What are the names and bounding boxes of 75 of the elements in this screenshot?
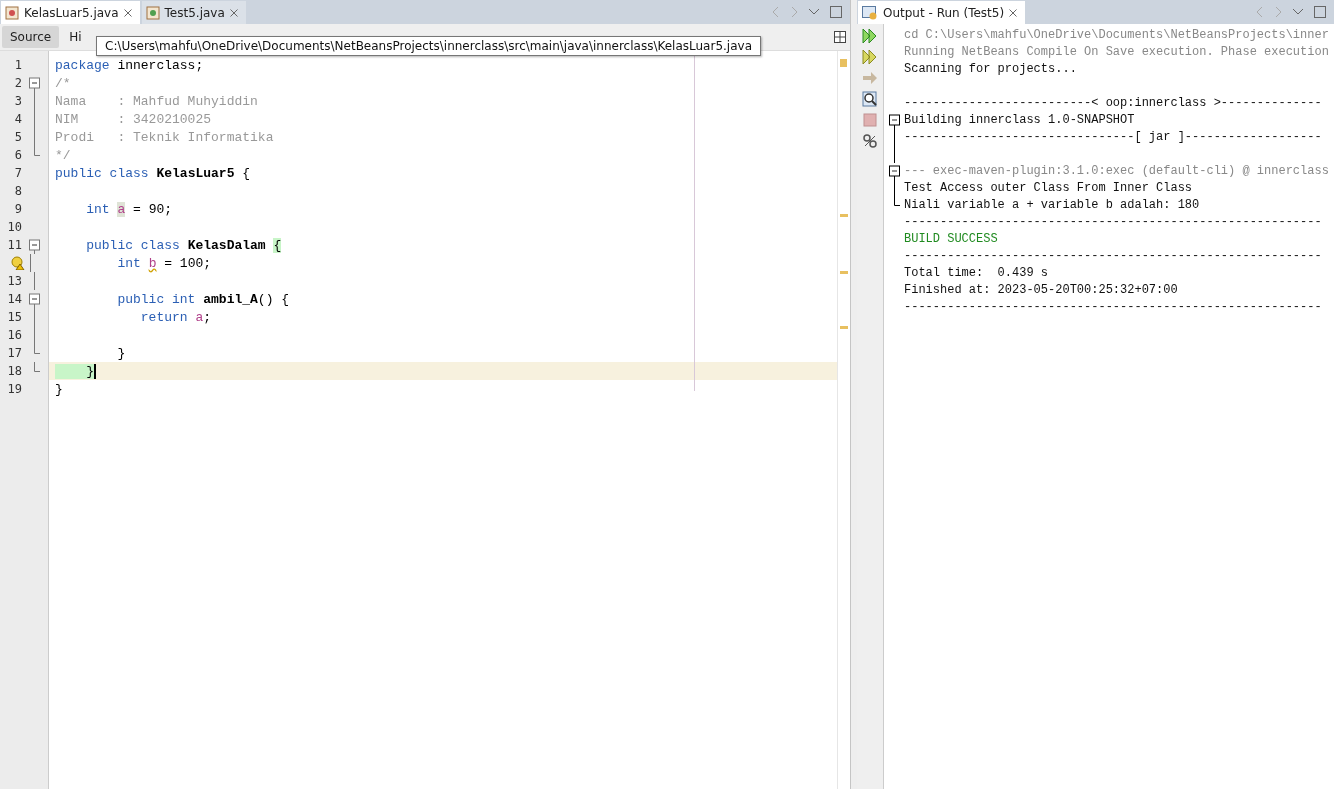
chevron-down-icon[interactable] — [808, 8, 820, 16]
text-caret — [94, 363, 96, 379]
output-line: Test Access outer Class From Inner Class — [904, 180, 1193, 195]
line-number: 14 — [6, 292, 22, 306]
line-number: 16 — [6, 328, 22, 342]
close-icon[interactable] — [229, 8, 238, 17]
output-line: ---------------------------------------------------------- — [904, 214, 1322, 229]
stop-icon[interactable] — [862, 112, 878, 128]
line-number: 2 — [13, 76, 22, 90]
output-window-icon — [862, 5, 878, 20]
line-number: 19 — [6, 382, 22, 396]
output-line: Niali variable a + variable b adalah: 180 — [904, 197, 1200, 212]
double-play-icon[interactable] — [862, 49, 878, 65]
output-line: --------------------------------[ jar ]------------------- — [904, 129, 1322, 144]
fold-toggle-icon[interactable] — [29, 290, 40, 308]
split-icon[interactable] — [834, 30, 846, 43]
code-line: public class KelasLuar5 { — [55, 165, 251, 181]
view-tab[interactable]: Source — [2, 26, 60, 48]
warning-bulb-icon[interactable] — [11, 256, 25, 270]
code-line: Nama : Mahfud Muhyiddin — [55, 93, 258, 109]
fold-toggle-icon[interactable] — [29, 236, 40, 254]
output-line: Running NetBeans Compile On Save execution. Phase execution — [904, 44, 1329, 59]
fold-end — [34, 146, 40, 156]
java-file-icon — [5, 5, 19, 20]
file-path-tooltip: C:\Users\mahfu\OneDrive\Documents\NetBeansProjects\innerclass\src\main\java\innerclass\KelasLuar5.java — [96, 36, 761, 56]
output-line: Scanning for projects... — [904, 61, 1077, 76]
line-number: 7 — [13, 166, 22, 180]
output-line: ---------------------------------------------------------- — [904, 299, 1322, 314]
editor-tab[interactable]: KelasLuar5.java — [1, 1, 140, 24]
view-tab[interactable]: Hi — [61, 26, 90, 48]
editor-tab[interactable]: Test5.java — [141, 1, 246, 24]
line-number: 8 — [13, 184, 22, 198]
code-line: return a; — [139, 309, 212, 325]
line-number: 17 — [6, 346, 22, 360]
line-number: 1 — [13, 58, 22, 72]
line-number: 6 — [13, 148, 22, 162]
output-line: BUILD SUCCESS — [904, 231, 998, 246]
output-line: Finished at: 2023-05-20T00:25:32+07:00 — [904, 282, 1178, 297]
fold-toggle-icon[interactable] — [29, 74, 40, 92]
line-number: 3 — [13, 94, 22, 108]
double-play-icon[interactable] — [862, 28, 878, 44]
output-line: ---------------------------------------------------------- — [904, 248, 1322, 263]
code-line: package innerclass; — [55, 57, 204, 73]
fold-end — [893, 195, 900, 206]
close-icon[interactable] — [123, 8, 132, 17]
close-icon[interactable] — [1009, 8, 1018, 17]
line-number: 10 — [6, 220, 22, 234]
code-line: public int ambil_A() { — [116, 291, 290, 307]
output-line: Building innerclass 1.0-SNAPSHOT — [904, 112, 1135, 127]
output-line: Total time: 0.439 s — [904, 265, 1049, 280]
search-icon[interactable] — [862, 91, 878, 107]
code-line: } — [116, 345, 126, 361]
code-line: NIM : 3420210025 — [55, 111, 212, 127]
code-line: } — [55, 381, 63, 397]
line-number: 11 — [6, 238, 22, 252]
line-number: 15 — [6, 310, 22, 324]
code-line: public class KelasDalam { — [85, 237, 282, 253]
code-line: int a = 90; — [85, 201, 173, 217]
chevron-down-icon[interactable] — [1292, 8, 1304, 16]
line-number: 9 — [13, 202, 22, 216]
line-number: 5 — [13, 130, 22, 144]
code-line: */ — [55, 147, 71, 163]
java-file-icon — [145, 5, 160, 20]
maximize-icon[interactable] — [830, 6, 842, 18]
line-number: 18 — [6, 364, 22, 378]
maximize-icon[interactable] — [1314, 6, 1326, 18]
output-line: --- exec-maven-plugin:3.1.0:exec (default-cli) @ innerclass — [904, 163, 1329, 178]
code-line: Prodi : Teknik Informatika — [55, 129, 274, 145]
output-line: --------------------------< oop:innerclass >-------------- — [904, 95, 1322, 110]
line-number: 4 — [13, 112, 22, 126]
code-line: int b = 100; — [116, 255, 212, 271]
line-number: 13 — [6, 274, 22, 288]
output-tab[interactable]: Output - Run (Test5) — [858, 1, 1026, 24]
code-line: /* — [55, 75, 71, 91]
output-line: cd C:\Users\mahfu\OneDrive\Documents\NetBeansProjects\inner — [904, 27, 1329, 42]
